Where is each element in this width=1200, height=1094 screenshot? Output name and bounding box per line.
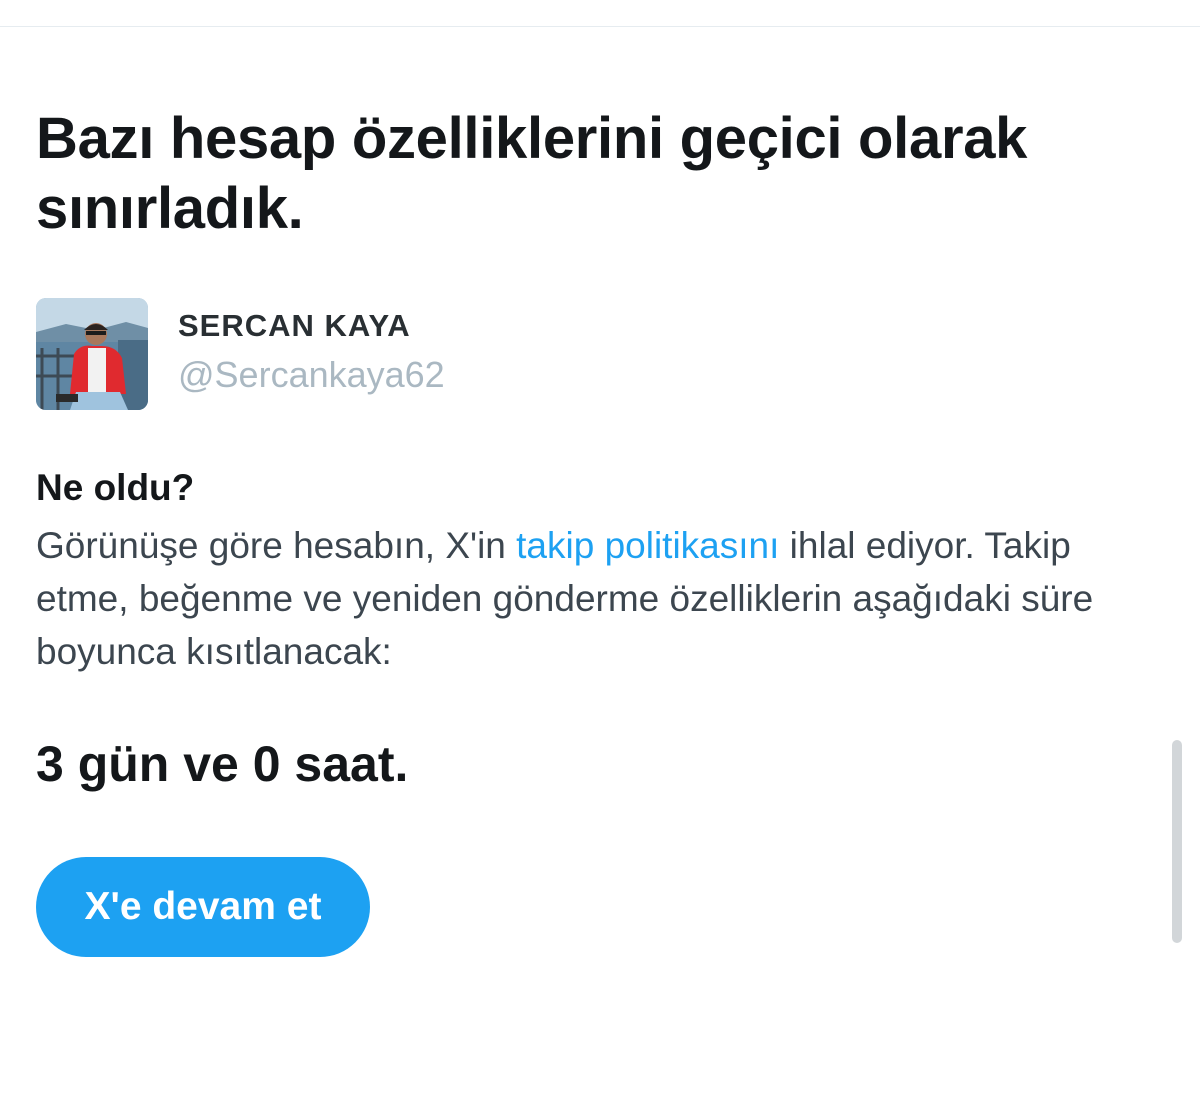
continue-to-x-button[interactable]: X'e devam et [36, 857, 370, 957]
section-heading: Ne oldu? [36, 467, 195, 508]
top-divider [0, 26, 1200, 27]
scrollbar[interactable] [1172, 740, 1182, 943]
notice-body: Görünüşe göre hesabın, X'in takip politi… [36, 519, 1166, 678]
display-name: SERCAN KAYA [178, 308, 411, 343]
avatar-photo [36, 298, 148, 410]
user-card: SERCAN KAYA @Sercankaya62 [36, 298, 636, 410]
page-title: Bazı hesap özelliklerini geçici olarak s… [36, 106, 1028, 241]
follow-policy-link[interactable]: takip politikasını [516, 525, 779, 566]
notice-text-start: Görünüşe göre hesabın, X'in [36, 525, 517, 566]
screen-name: @Sercankaya62 [178, 354, 445, 395]
avatar [36, 298, 148, 410]
restriction-duration: 3 gün ve 0 saat. [36, 736, 409, 792]
